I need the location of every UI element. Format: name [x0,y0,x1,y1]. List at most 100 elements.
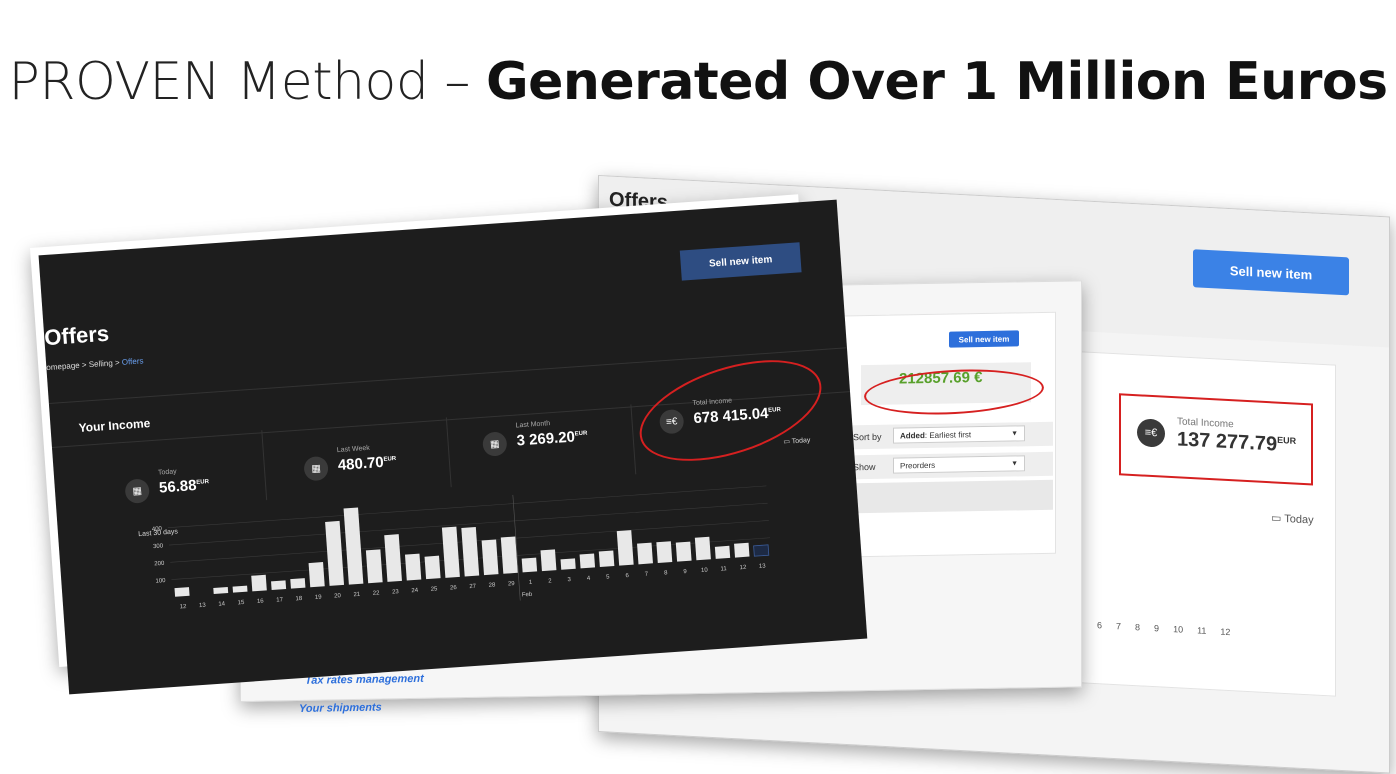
tick-label: 6 [1097,620,1103,631]
breadcrumb-homepage[interactable]: omepage [46,361,80,372]
show-value: Preorders [900,460,936,471]
stat-unit: EUR [196,479,210,486]
y-tick-label: 400 [152,526,163,533]
stat-today: ▦ Today 56.88EUR [124,468,209,522]
chart-bar[interactable] [271,580,287,590]
tick-label: 9 [1154,623,1160,634]
x-tick-label: 12 [180,604,188,610]
chart-bar[interactable] [290,578,306,589]
x-tick-label: 4 [587,576,591,582]
x-tick-label: 23 [392,589,400,595]
chart-bar[interactable] [560,558,576,570]
calendar-icon: ▦ [124,478,151,504]
stat-unit: EUR [383,455,397,463]
y-tick-label: 300 [153,543,164,550]
chevron-down-icon: ▼ [1011,460,1018,468]
chart-bar[interactable] [637,542,653,565]
chart-bar[interactable] [714,545,731,559]
dark-dashboard: Sell new item Offers omepage > Selling >… [38,199,868,695]
sort-value: : Earliest first [924,430,972,441]
right-today-selector[interactable]: ▭ Today [1271,511,1314,526]
x-tick-label: 2 [548,578,552,584]
x-tick-label: 12 [739,565,747,571]
right-income-value: 137 277.79EUR [1177,428,1296,457]
chart-bar[interactable] [384,534,402,582]
right-sell-new-item-button[interactable]: Sell new item [1193,249,1349,296]
x-tick-label: 18 [295,596,303,602]
stat-last-month: ▦ Last Month 3 269.20EUR [481,420,588,475]
chart-bar[interactable] [343,507,364,585]
stat-number: 480.70 [337,453,385,475]
tick-label: 10 [1173,624,1184,635]
y-tick-label: 200 [154,561,165,568]
chart-bar[interactable] [694,536,711,561]
middle-sell-new-item-button[interactable]: Sell new item [949,330,1019,348]
sort-row: Sort by Added: Earliest first ▼ [841,421,1053,450]
chart-bar[interactable] [308,562,325,588]
chart-bar[interactable] [213,586,229,595]
stat-value: 3 269.20EUR [516,428,588,449]
chart-bar[interactable] [675,541,692,562]
chart-bar[interactable] [404,553,422,581]
stat-label: Last Month [515,420,551,430]
x-tick-label: 15 [237,600,245,606]
chart-bar[interactable] [174,587,190,597]
x-tick-label: 20 [334,593,342,599]
x-tick-label: 13 [759,563,767,569]
x-tick-label: 14 [218,601,226,607]
x-tick-label: 7 [645,572,649,578]
x-tick-label: 24 [411,588,419,594]
slide-title: PROVEN Method – Generated Over 1 Million… [0,52,1396,112]
stat-value: 56.88EUR [158,476,210,497]
x-tick-label: 9 [683,569,687,575]
your-shipments-link[interactable]: Your shipments [299,702,382,715]
show-select[interactable]: Preorders ▼ [893,455,1025,474]
chart-bar[interactable] [325,520,345,586]
right-income-number: 137 277.79 [1177,428,1278,456]
chart-bar[interactable] [540,549,557,572]
x-tick-label: 3 [567,577,571,583]
chart-bar[interactable] [500,536,518,574]
chart-bar[interactable] [598,550,615,568]
x-tick-label: 6 [625,573,629,579]
chart-bar[interactable] [251,574,267,592]
show-label: Show [853,461,876,473]
chart-bar[interactable] [365,549,383,584]
x-tick-label: 29 [508,581,516,587]
x-tick-label: 26 [450,585,458,591]
chart-bar[interactable] [579,553,596,569]
stat-number: 56.88 [158,476,198,497]
slide-title-light: PROVEN Method – [8,52,486,112]
chart-bar[interactable] [461,527,480,577]
sort-select[interactable]: Added: Earliest first ▼ [893,425,1025,444]
sort-value-bold: Added [900,431,925,441]
chart-bar[interactable] [424,555,441,580]
breadcrumb-offers[interactable]: Offers [122,356,144,366]
tick-label: 11 [1197,625,1207,636]
x-tick-label: 11 [720,566,727,572]
chart-bar[interactable] [753,544,770,557]
x-tick-label: 10 [701,567,709,573]
chart-bar[interactable] [232,585,248,593]
income-bar-chart: 10020030040012 13 14 15 16 17 18 19 20 21 22 23 24 25… [152,485,771,610]
gridline [167,485,767,529]
stat-label: Last Week [336,444,370,455]
left-sell-new-item-button[interactable]: Sell new item [679,242,802,281]
left-today-selector[interactable]: ▭ Today [783,436,811,446]
chart-bar[interactable] [734,542,750,558]
x-tick-label: 22 [373,590,381,596]
chart-bar[interactable] [656,541,673,563]
x-tick-label: 27 [469,584,477,590]
chart-bar[interactable] [616,530,634,566]
chart-bar[interactable] [441,526,460,578]
left-today-label: Today [791,437,811,446]
breadcrumb-selling[interactable]: Selling [88,359,113,370]
chart-bar[interactable] [194,594,208,595]
middle-gray-bar [841,479,1053,514]
x-tick-label: 19 [315,594,323,600]
calendar-icon: ▭ [1271,512,1285,525]
stat-unit: EUR [574,430,588,438]
income-coin-icon: ≡€ [1137,418,1165,448]
chart-bar[interactable] [481,539,499,576]
chart-bar[interactable] [521,557,538,573]
